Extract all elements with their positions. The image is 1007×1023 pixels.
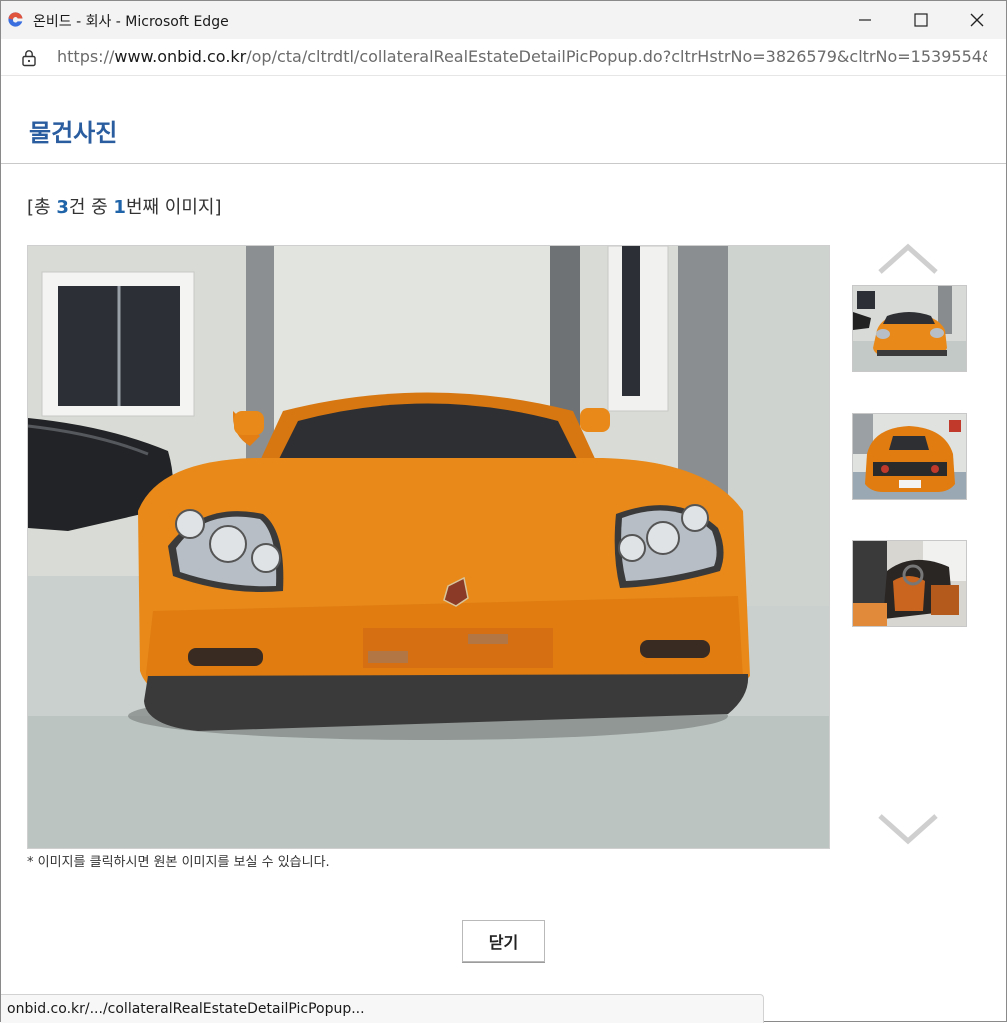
maximize-icon [914, 13, 928, 27]
car-front-photo [28, 246, 829, 848]
image-counter: [총 3건 중 1번째 이미지] [27, 193, 222, 219]
car-interior-thumbnail-icon [853, 541, 966, 626]
close-window-button[interactable] [949, 1, 1005, 39]
scroll-down-button[interactable] [877, 813, 939, 847]
edge-app-icon [8, 12, 23, 27]
window-title: 온비드 - 회사 - Microsoft Edge [33, 14, 229, 30]
minimize-button[interactable] [837, 1, 893, 39]
counter-prefix: [총 [27, 197, 57, 218]
status-link-preview: onbid.co.kr/.../collateralRealEstateDeta… [7, 1001, 365, 1017]
title-divider [1, 163, 1006, 164]
thumbnail-2[interactable] [852, 413, 967, 500]
url-domain: www.onbid.co.kr [114, 47, 247, 66]
main-photo[interactable] [27, 245, 830, 849]
car-rear-thumbnail-icon [853, 414, 966, 499]
close-icon [970, 13, 984, 27]
minimize-icon [859, 19, 871, 21]
maximize-button[interactable] [893, 1, 949, 39]
car-front-thumbnail-icon [853, 286, 966, 371]
click-hint-note: * 이미지를 클릭하시면 원본 이미지를 보실 수 있습니다. [27, 855, 330, 870]
lock-icon[interactable] [21, 49, 37, 67]
thumbnail-3[interactable] [852, 540, 967, 627]
page-title: 물건사진 [29, 119, 118, 147]
url-text[interactable]: https://www.onbid.co.kr/op/cta/cltrdtl/c… [57, 47, 987, 66]
counter-total: 3 [56, 197, 69, 218]
counter-middle: 건 중 [68, 197, 114, 218]
url-path: /op/cta/cltrdtl/collateralRealEstateDeta… [246, 47, 987, 66]
counter-suffix: 번째 이미지] [125, 197, 222, 218]
scroll-up-button[interactable] [877, 241, 939, 275]
window-titlebar: 온비드 - 회사 - Microsoft Edge [1, 1, 1006, 39]
chevron-up-icon [878, 243, 938, 274]
url-scheme: https:// [57, 47, 115, 66]
close-button[interactable]: 닫기 [462, 920, 545, 962]
thumbnail-1[interactable] [852, 285, 967, 372]
counter-current: 1 [113, 197, 126, 218]
popup-window: 온비드 - 회사 - Microsoft Edge https://www.on… [0, 0, 1007, 1023]
chevron-down-icon [878, 814, 938, 845]
